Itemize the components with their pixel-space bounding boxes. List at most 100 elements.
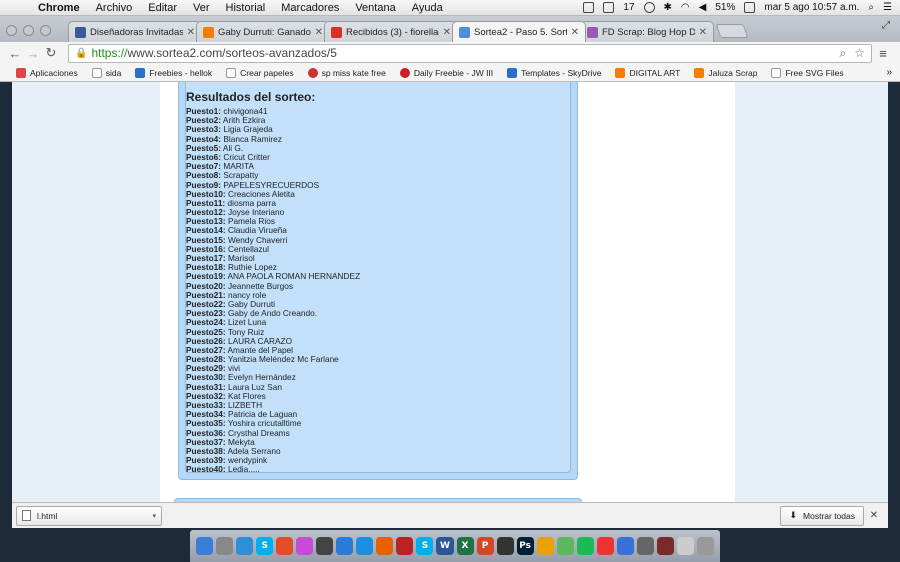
notification-center-icon[interactable]: ☰ — [883, 2, 892, 13]
photoshop-icon[interactable]: Ps — [516, 537, 534, 555]
bookmark-free-svg[interactable]: Free SVG Files — [771, 67, 844, 78]
facebook-icon — [75, 26, 86, 38]
bluetooth-status-icon[interactable]: ✱ — [664, 2, 672, 13]
forward-arrow-icon[interactable]: → — [24, 46, 42, 61]
menu-archivo[interactable]: Archivo — [88, 2, 141, 14]
spotlight-icon[interactable]: ⌕ — [868, 2, 874, 13]
clock[interactable]: mar 5 ago 10:57 a.m. — [764, 2, 859, 13]
skype2-icon[interactable]: S — [416, 537, 434, 555]
itunes-icon[interactable] — [296, 537, 314, 555]
fullscreen-icon[interactable]: ⤢ — [882, 20, 890, 31]
url-scheme: https:// — [91, 46, 128, 60]
adobe-status-icon[interactable] — [603, 2, 615, 13]
sync-status-icon[interactable] — [583, 2, 595, 13]
tab-strip: Diseñadoras Invitadas de E ✕ Gaby Durrut… — [0, 16, 900, 42]
scrap-icon — [587, 26, 598, 38]
menu-editar[interactable]: Editar — [140, 2, 185, 14]
powerpoint-icon[interactable]: P — [476, 537, 494, 555]
menu-marcadores[interactable]: Marcadores — [273, 2, 347, 14]
time-machine-icon[interactable] — [643, 2, 655, 13]
search-icon[interactable]: ⌕ — [840, 46, 847, 61]
browser-toolbar: ← → ↻ 🔒 https:// www.sortea2.com/sorteos… — [0, 42, 900, 64]
colors-icon[interactable] — [556, 537, 574, 555]
menu-app-chrome[interactable]: Chrome — [30, 2, 88, 14]
bookmark-aplicaciones[interactable]: Aplicaciones — [16, 67, 78, 78]
close-tab-icon[interactable]: ✕ — [443, 27, 451, 38]
show-all-downloads-button[interactable]: ⬇ Mostrar todas — [780, 505, 864, 526]
target-icon — [307, 67, 318, 78]
macos-dock: S S W X P Ps — [190, 530, 720, 562]
address-bar[interactable]: 🔒 https:// www.sortea2.com/sorteos-avanz… — [68, 43, 872, 63]
download-shelf: l.html ▾ ⬇ Mostrar todas ✕ — [12, 502, 888, 528]
bookmarks-overflow-icon[interactable]: » — [886, 67, 892, 78]
chrome-menu-icon[interactable]: ≡ — [872, 46, 894, 61]
bookmark-crear-papeles[interactable]: Crear papeles — [226, 67, 294, 78]
close-download-shelf-icon[interactable]: ✕ — [864, 510, 884, 521]
volume-icon[interactable]: ◀ — [699, 2, 707, 13]
battery-icon[interactable] — [744, 2, 756, 13]
picasa-icon[interactable] — [536, 537, 554, 555]
bluetooth-icon[interactable] — [616, 537, 634, 555]
excel-icon[interactable]: X — [456, 537, 474, 555]
music-icon[interactable] — [336, 537, 354, 555]
menu-ayuda[interactable]: Ayuda — [404, 2, 451, 14]
menu-historial[interactable]: Historial — [218, 2, 274, 14]
bookmark-jaluza-scrap[interactable]: Jaluza Scrap — [694, 67, 757, 78]
tab-disenadoras[interactable]: Diseñadoras Invitadas de E ✕ — [68, 21, 202, 42]
reload-icon[interactable]: ↻ — [42, 45, 60, 61]
trash-icon[interactable] — [696, 537, 714, 555]
close-tab-icon[interactable]: ✕ — [699, 27, 707, 38]
appstore-icon[interactable] — [356, 537, 374, 555]
facetime-icon[interactable] — [316, 537, 334, 555]
photobooth-icon[interactable] — [396, 537, 414, 555]
firefox-icon[interactable] — [376, 537, 394, 555]
launchpad-icon[interactable] — [216, 537, 234, 555]
close-window-button[interactable] — [6, 25, 17, 36]
bookmark-label: Crear papeles — [240, 67, 294, 78]
bookmark-sida[interactable]: sida — [91, 67, 121, 78]
dictionary-icon[interactable] — [656, 537, 674, 555]
chrome-icon[interactable] — [276, 537, 294, 555]
lock-icon[interactable]: 🔒 — [75, 48, 87, 59]
zoom-window-button[interactable] — [40, 25, 51, 36]
finder-icon[interactable] — [196, 537, 214, 555]
wifi-icon[interactable]: ◠ — [681, 2, 690, 13]
bookmark-label: Daily Freebie - JW III — [413, 67, 494, 78]
bookmark-daily-freebie[interactable]: Daily Freebie - JW III — [399, 67, 494, 78]
menu-ver[interactable]: Ver — [185, 2, 218, 14]
documents-icon[interactable] — [676, 537, 694, 555]
tab-title: Recibidos (3) - fiorellag69 — [346, 26, 439, 38]
tab-fd-scrap[interactable]: FD Scrap: Blog Hop Diseña ✕ — [580, 21, 714, 42]
bookmark-label: sp miss kate free — [321, 67, 386, 78]
tab-gaby-durruti[interactable]: Gaby Durruti: Ganadora de ✕ — [196, 21, 330, 42]
tab-title: Diseñadoras Invitadas de E — [90, 26, 183, 38]
bookmark-digital-art[interactable]: DIGITAL ART — [615, 67, 680, 78]
menu-ventana[interactable]: Ventana — [347, 2, 403, 14]
minimize-window-button[interactable] — [23, 25, 34, 36]
page-viewport: Resultados del sorteo: Puesto1: chivigon… — [12, 82, 888, 502]
app-icon[interactable] — [496, 537, 514, 555]
tool-icon[interactable] — [636, 537, 654, 555]
safari-icon[interactable] — [236, 537, 254, 555]
file-icon — [22, 510, 31, 521]
tab-sortea2[interactable]: Sortea2 - Paso 5. Sorteos a ✕ — [452, 21, 586, 42]
status-count[interactable]: 17 — [623, 2, 634, 13]
bookmark-templates[interactable]: Templates - SkyDrive — [507, 67, 601, 78]
close-tab-icon[interactable]: ✕ — [571, 27, 579, 38]
new-tab-button[interactable] — [715, 24, 749, 38]
skype-icon[interactable]: S — [256, 537, 274, 555]
calendar-icon[interactable] — [596, 537, 614, 555]
tab-gmail[interactable]: Recibidos (3) - fiorellag69 ✕ — [324, 21, 458, 42]
download-item[interactable]: l.html ▾ — [16, 505, 162, 526]
bookmark-star-icon[interactable]: ☆ — [854, 46, 865, 61]
close-tab-icon[interactable]: ✕ — [187, 27, 195, 38]
spotify-icon[interactable] — [576, 537, 594, 555]
word-icon[interactable]: W — [436, 537, 454, 555]
bookmark-freebies[interactable]: Freebies - hellok — [135, 67, 212, 78]
battery-percent[interactable]: 51% — [715, 2, 735, 13]
bookmark-sp-miss-kate[interactable]: sp miss kate free — [307, 67, 386, 78]
apple-icon — [399, 67, 410, 78]
dropdown-arrow-icon[interactable]: ▾ — [152, 512, 156, 520]
back-arrow-icon[interactable]: ← — [6, 46, 24, 61]
close-tab-icon[interactable]: ✕ — [315, 27, 323, 38]
